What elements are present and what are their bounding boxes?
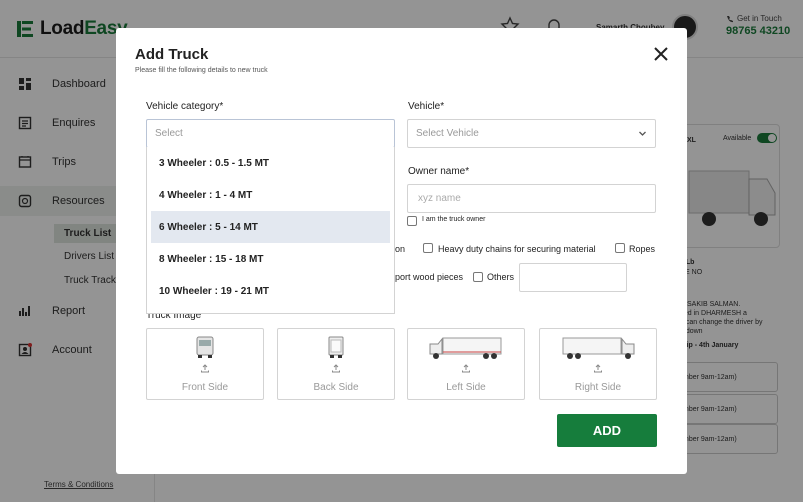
others-label: Others xyxy=(487,272,515,282)
back-side-upload[interactable]: Back Side xyxy=(277,328,395,400)
vehicle-category-select[interactable]: Select xyxy=(146,119,395,148)
left-side-label: Left Side xyxy=(446,382,486,393)
right-side-label: Right Side xyxy=(574,382,622,393)
front-side-upload[interactable]: Front Side xyxy=(146,328,264,400)
modal-title: Add Truck xyxy=(135,46,209,63)
truck-back-icon xyxy=(328,336,344,358)
support-wood-label: port wood pieces xyxy=(395,272,464,282)
left-side-upload[interactable]: Left Side xyxy=(407,328,525,400)
dropdown-option[interactable]: 8 Wheeler : 15 - 18 MT xyxy=(151,243,390,275)
dropdown-option[interactable]: 10 Wheeler : 19 - 21 MT xyxy=(151,275,390,307)
add-button[interactable]: ADD xyxy=(557,414,657,447)
vehicle-label: Vehicle* xyxy=(408,101,445,112)
dropdown-option[interactable]: 3 Wheeler : 0.5 - 1.5 MT xyxy=(151,147,390,179)
add-truck-modal: Add Truck Please fill the following deta… xyxy=(116,28,687,474)
chevron-down-icon xyxy=(639,131,646,136)
dropdown-option[interactable]: 4 Wheeler : 1 - 4 MT xyxy=(151,179,390,211)
truck-owner-checkbox-label: I am the truck owner xyxy=(422,216,486,223)
owner-name-label: Owner name* xyxy=(408,166,470,177)
others-checkbox[interactable] xyxy=(473,272,483,282)
modal-subtitle: Please fill the following details to new… xyxy=(135,67,268,74)
others-input[interactable] xyxy=(519,263,627,292)
truck-right-icon xyxy=(562,337,635,359)
upload-icon xyxy=(332,364,340,373)
dropdown-option[interactable]: 6 Wheeler : 5 - 14 MT xyxy=(151,211,390,243)
accessory-partial-label: on xyxy=(395,244,406,254)
upload-icon xyxy=(201,364,209,373)
vehicle-category-label: Vehicle category* xyxy=(146,101,224,112)
upload-icon xyxy=(462,364,470,373)
upload-icon xyxy=(594,364,602,373)
vehicle-category-dropdown: 3 Wheeler : 0.5 - 1.5 MT 4 Wheeler : 1 -… xyxy=(146,147,395,314)
back-side-label: Back Side xyxy=(313,382,359,393)
truck-front-icon xyxy=(196,336,214,358)
vehicle-select[interactable]: Select Vehicle xyxy=(407,119,656,148)
close-icon[interactable] xyxy=(652,45,670,63)
truck-owner-checkbox[interactable] xyxy=(407,216,417,226)
ropes-checkbox[interactable] xyxy=(615,243,625,253)
right-side-upload[interactable]: Right Side xyxy=(539,328,657,400)
vehicle-placeholder: Select Vehicle xyxy=(416,128,479,139)
front-side-label: Front Side xyxy=(181,382,229,393)
ropes-label: Ropes xyxy=(629,244,656,254)
owner-name-placeholder: xyz name xyxy=(418,193,461,204)
truck-left-icon xyxy=(429,337,502,359)
owner-name-input[interactable]: xyz name xyxy=(407,184,656,213)
vehicle-category-placeholder: Select xyxy=(155,128,183,139)
heavy-chains-label: Heavy duty chains for securing material xyxy=(438,244,596,254)
heavy-chains-checkbox[interactable] xyxy=(423,243,433,253)
